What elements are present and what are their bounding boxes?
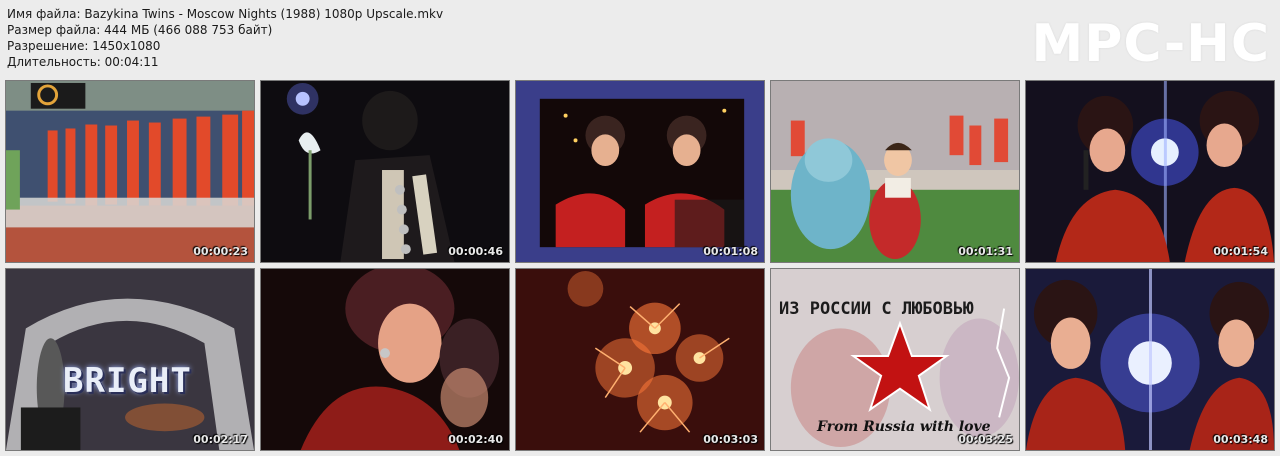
thumbnail-3: 00:01:08 — [515, 80, 765, 263]
stadium-parade-frame — [6, 81, 254, 262]
performer-back-frame — [261, 81, 509, 262]
thumbnail-1: 00:00:23 — [5, 80, 255, 263]
timestamp-label: 00:00:23 — [193, 245, 248, 258]
mpc-hc-logo: MPC-HC — [1031, 14, 1270, 74]
timestamp-label: 00:02:17 — [193, 433, 248, 446]
thumbnail-10: 00:03:48 — [1025, 268, 1275, 451]
thumbnail-4: 00:01:31 — [770, 80, 1020, 263]
twins-closeup-frame — [261, 269, 509, 450]
file-info: Имя файла: Bazykina Twins - Moscow Night… — [7, 6, 443, 70]
arch-silhouette-frame — [6, 269, 254, 450]
thumbnail-5: 00:01:54 — [1025, 80, 1275, 263]
timestamp-label: 00:01:31 — [958, 245, 1013, 258]
thumbnail-9: ИЗ РОССИИ С ЛЮБОВЬЮ From Russia with lov… — [770, 268, 1020, 451]
timestamp-label: 00:00:46 — [448, 245, 503, 258]
timestamp-label: 00:01:08 — [703, 245, 758, 258]
file-size: Размер файла: 444 МБ (466 088 753 байт) — [7, 23, 273, 37]
thumbnail-7: 00:02:40 — [260, 268, 510, 451]
twins-light-flare-frame — [1026, 269, 1274, 450]
thumbnail-2: 00:00:46 — [260, 80, 510, 263]
twins-singing-frame — [516, 81, 764, 262]
mascot-dance-frame — [771, 81, 1019, 262]
video-resolution: Разрешение: 1450x1080 — [7, 39, 161, 53]
timestamp-label: 00:02:40 — [448, 433, 503, 446]
bright-caption: BRIGHT — [63, 361, 192, 401]
twins-spotlight-frame — [1026, 81, 1274, 262]
timestamp-label: 00:03:48 — [1213, 433, 1268, 446]
russian-title-caption: ИЗ РОССИИ С ЛЮБОВЬЮ — [779, 299, 974, 319]
thumbnail-6: BRIGHT 00:02:17 — [5, 268, 255, 451]
file-name: Имя файла: Bazykina Twins - Moscow Night… — [7, 7, 444, 21]
timestamp-label: 00:01:54 — [1213, 245, 1268, 258]
timestamp-label: 00:03:25 — [958, 433, 1013, 446]
video-duration: Длительность: 00:04:11 — [7, 55, 159, 69]
timestamp-label: 00:03:03 — [703, 433, 758, 446]
fireworks-frame — [516, 269, 764, 450]
thumbnail-8: 00:03:03 — [515, 268, 765, 451]
thumbnail-grid: 00:00:23 00:00:46 00:01:08 00:01:31 00:0… — [5, 80, 1275, 452]
